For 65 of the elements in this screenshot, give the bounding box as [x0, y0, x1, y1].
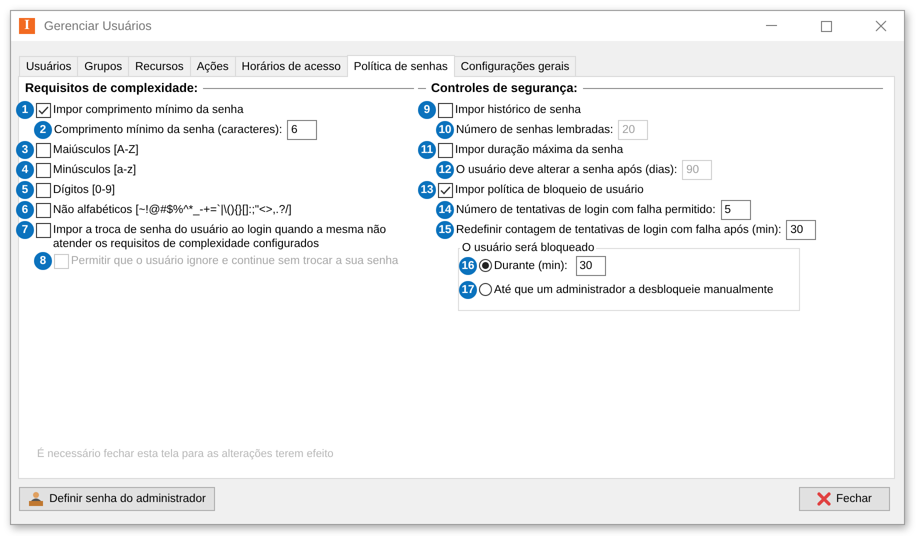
radio-label: Durante (min):: [494, 259, 568, 273]
step-badge: 5: [16, 181, 34, 199]
checkbox-label: Impor política de bloqueio de usuário: [455, 183, 644, 197]
step-badge: 7: [16, 221, 34, 239]
step-badge: 2: [34, 121, 52, 139]
step-badge: 3: [16, 141, 34, 159]
checkbox-label: Permitir que o usuário ignore e continue sem trocar a sua senha: [71, 254, 398, 268]
checkbox[interactable]: [36, 203, 51, 218]
number-field[interactable]: 5: [720, 200, 751, 220]
checkbox-label: Impor histórico de senha: [455, 103, 581, 117]
field-label: O usuário deve alterar a senha após (dias):: [456, 163, 678, 177]
step-badge: 9: [418, 101, 436, 119]
tab[interactable]: Configurações gerais: [454, 56, 576, 76]
radio-button[interactable]: [479, 283, 492, 296]
radio-button[interactable]: [479, 259, 492, 272]
step-badge: 13: [418, 181, 436, 199]
field-label: Comprimento mínimo da senha (caracteres):: [54, 123, 282, 137]
maximize-icon: [820, 20, 832, 32]
tab[interactable]: Usuários: [19, 56, 78, 76]
step-badge: 15: [436, 221, 454, 239]
step-badge: 12: [436, 161, 454, 179]
checkbox-label: Dígitos [0-9]: [53, 183, 115, 197]
section-title: Requisitos de complexidade:: [25, 81, 198, 95]
step-badge: 1: [16, 101, 34, 119]
step-badge: 8: [34, 252, 52, 270]
checkbox-label: Não alfabéticos [~!@#$%^*_-+=`|\(){}[]:;"<>,.?/]: [53, 203, 292, 217]
window-title: Gerenciar Usuários: [44, 19, 153, 33]
field-label: Número de senhas lembradas:: [456, 123, 614, 137]
checkbox[interactable]: [36, 183, 51, 198]
group-title: O usuário será bloqueado: [461, 242, 596, 254]
number-field[interactable]: 30: [576, 256, 606, 276]
field-label: Redefinir contagem de tentativas de login com falha após (min):: [456, 223, 782, 237]
number-field[interactable]: 30: [786, 220, 816, 240]
app-logo: I: [19, 18, 35, 34]
set-admin-password-button[interactable]: Definir senha do administrador: [19, 487, 215, 511]
close-dialog-button[interactable]: Fechar: [799, 487, 890, 511]
close-icon: [817, 492, 832, 506]
checkbox[interactable]: [438, 183, 453, 198]
checkbox[interactable]: [36, 143, 51, 158]
checkbox[interactable]: [36, 223, 51, 238]
checkbox-label: Impor duração máxima da senha: [455, 143, 624, 157]
checkbox[interactable]: [36, 163, 51, 178]
checkbox-label: Impor a troca de senha do usuário ao login quando a mesma não atender os requisitos de complexidade configurados: [53, 223, 388, 251]
step-badge: 17: [459, 281, 477, 299]
step-badge: 10: [436, 121, 454, 139]
section-title: Controles de segurança:: [431, 81, 578, 95]
info-note: É necessário fechar esta tela para as alterações terem efeito: [36, 448, 335, 462]
checkbox-label: Impor comprimento mínimo da senha: [53, 103, 244, 117]
person-at-desk-icon: [28, 491, 44, 507]
step-badge: 4: [16, 161, 34, 179]
step-badge: 11: [418, 141, 436, 159]
step-badge: 14: [436, 201, 454, 219]
checkbox-label: Minúsculos [a-z]: [53, 163, 136, 177]
step-badge: 16: [459, 257, 477, 275]
number-field[interactable]: 6: [287, 120, 318, 140]
minimize-icon: [766, 25, 776, 27]
tab[interactable]: Política de senhas: [346, 55, 455, 77]
step-badge: 6: [16, 201, 34, 219]
checkbox-label: Maiúsculos [A-Z]: [53, 143, 139, 157]
close-icon: [875, 20, 887, 32]
checkbox[interactable]: [36, 103, 51, 118]
checkbox[interactable]: [438, 103, 453, 118]
field-label: Número de tentativas de login com falha permitido:: [456, 203, 716, 217]
checkbox[interactable]: [438, 143, 453, 158]
radio-label: Até que um administrador a desbloqueie manualmente: [494, 283, 774, 297]
